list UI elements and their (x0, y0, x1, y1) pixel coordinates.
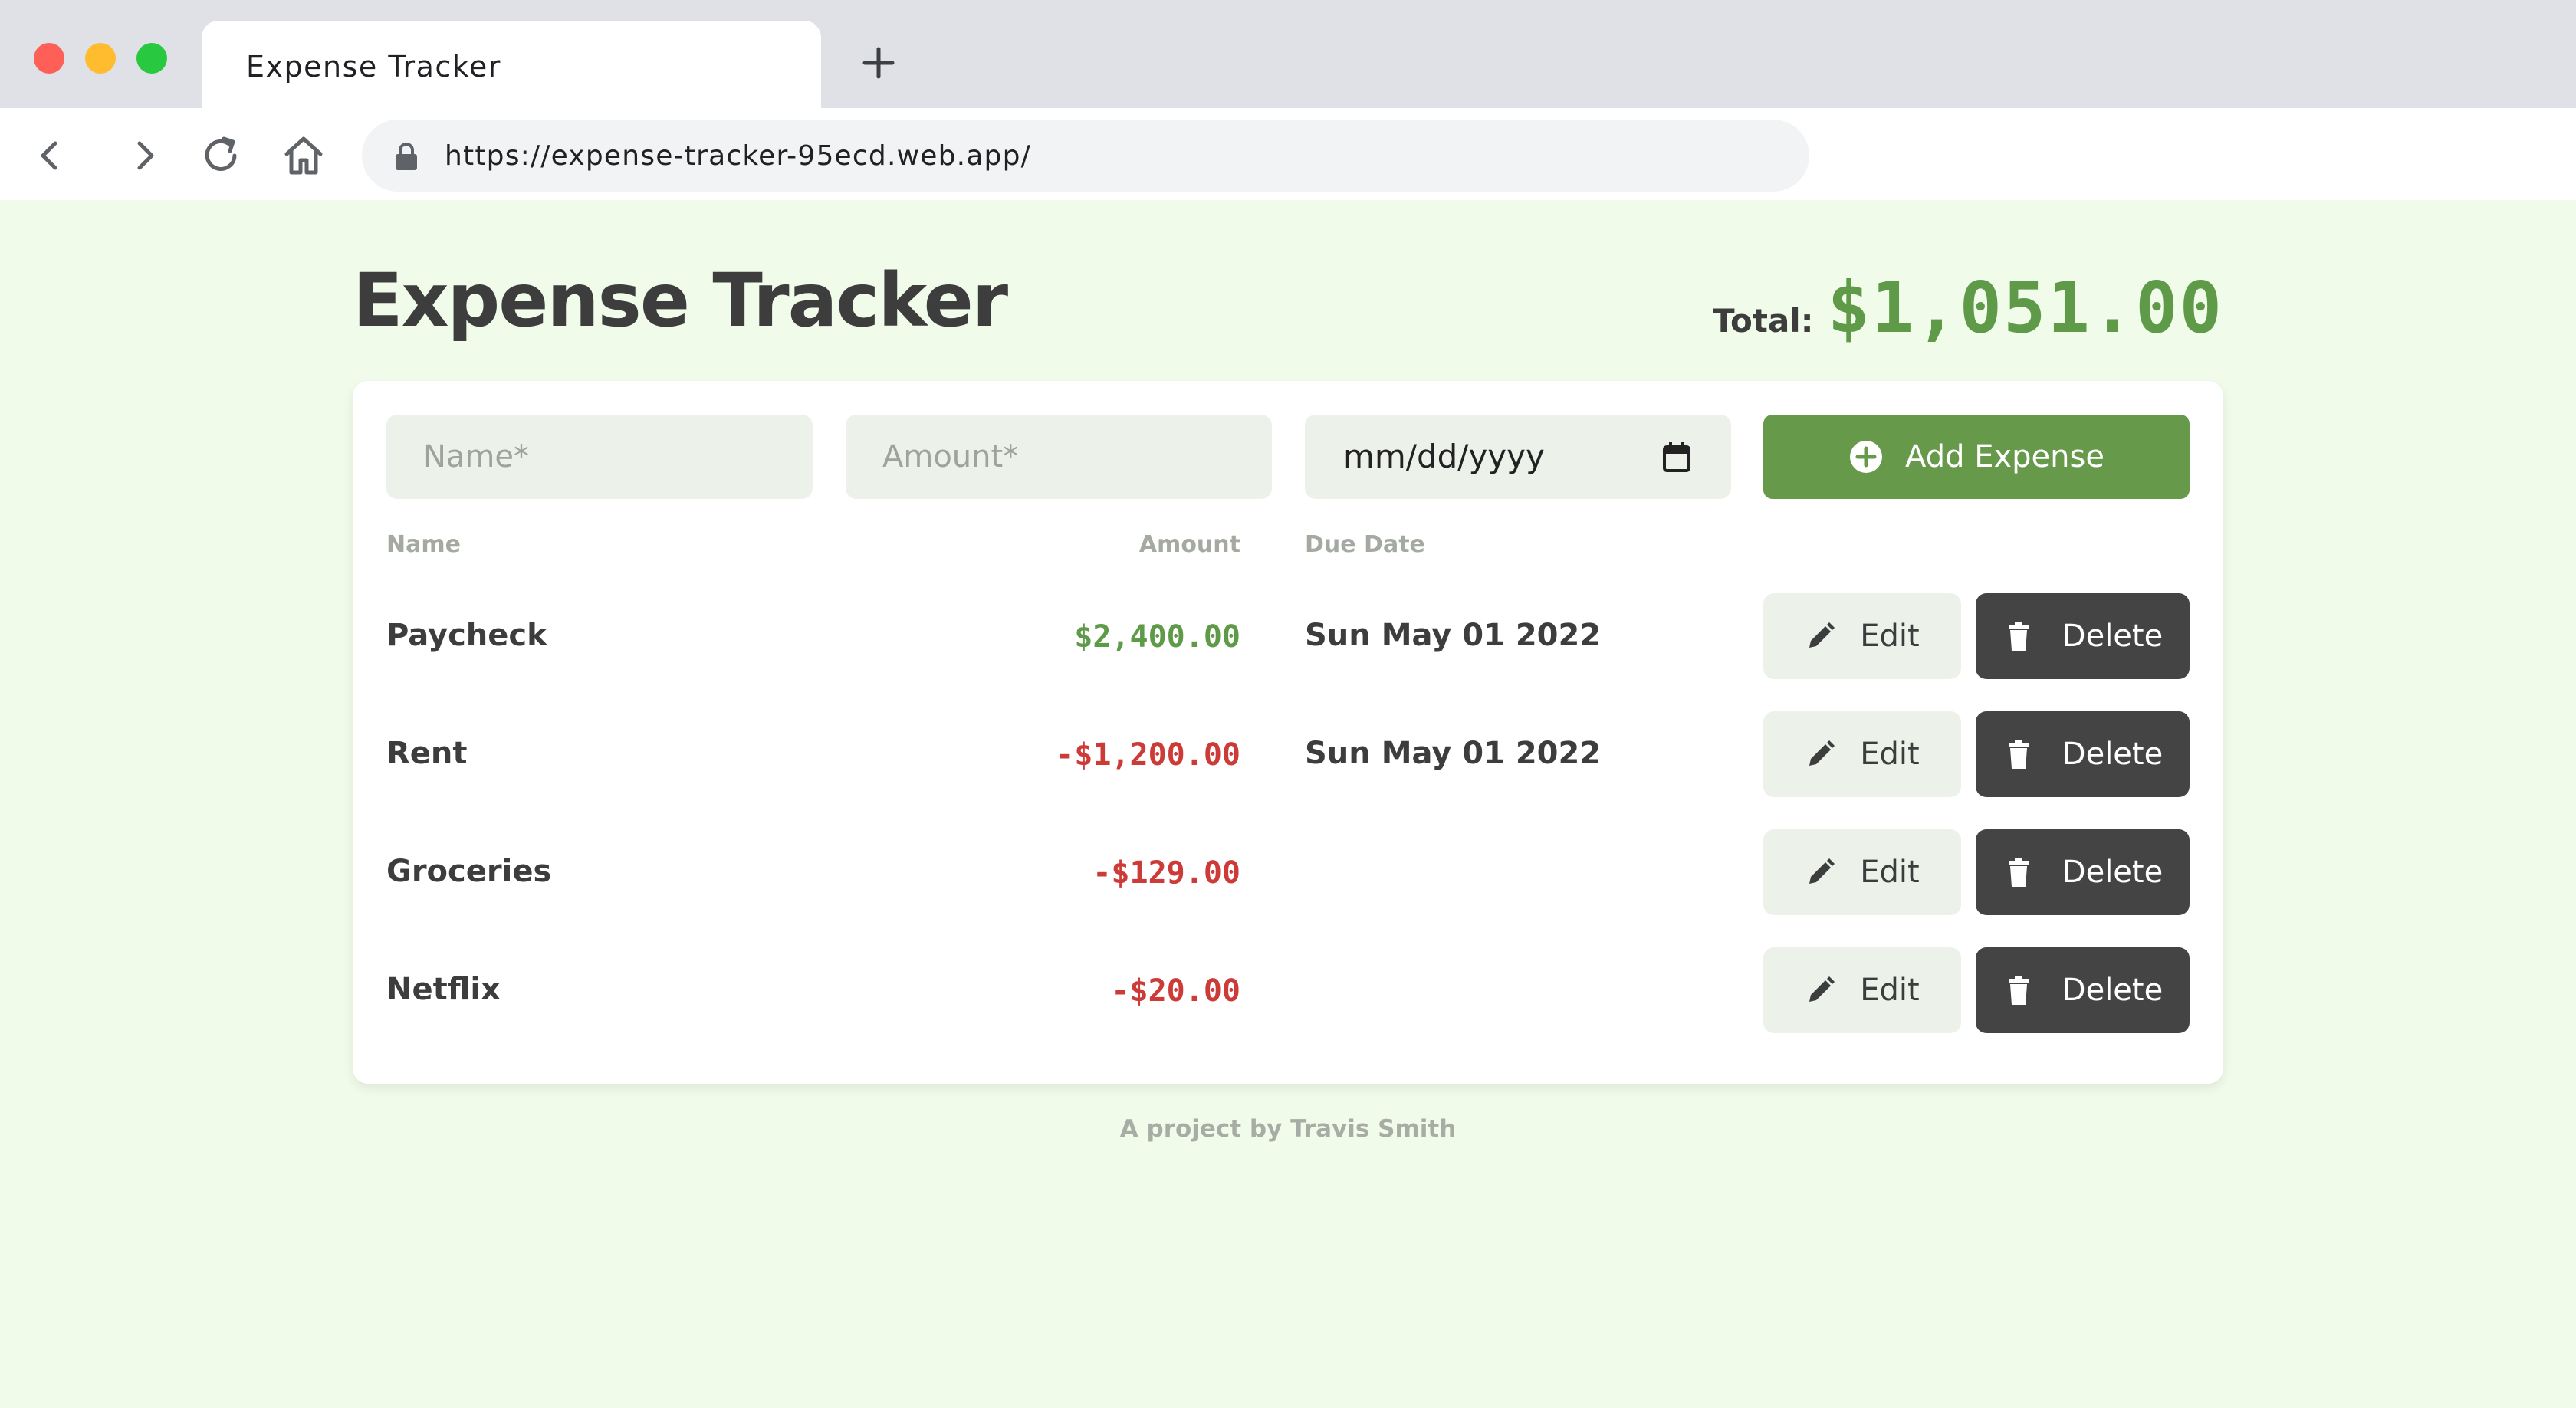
reload-icon[interactable] (196, 131, 245, 180)
browser-toolbar: https://expense-tracker-95ecd.web.app/ (0, 108, 2576, 200)
back-icon[interactable] (25, 131, 74, 180)
plus-icon[interactable] (859, 43, 899, 83)
add-expense-button[interactable]: Add Expense (1763, 415, 2190, 499)
close-window-button[interactable] (34, 43, 64, 74)
table-row: Paycheck $2,400.00 Sun May 01 2022 Edit … (353, 593, 2223, 679)
delete-button[interactable]: Delete (1976, 711, 2190, 797)
name-field[interactable] (386, 415, 813, 499)
delete-label: Delete (2062, 619, 2164, 654)
add-expense-label: Add Expense (1905, 439, 2104, 474)
minimize-window-button[interactable] (85, 43, 116, 74)
table-row: Netflix -$20.00 Edit Delete (353, 947, 2223, 1033)
browser-tab[interactable]: Expense Tracker (202, 21, 821, 110)
total-label: Total: (1712, 302, 1814, 340)
lock-icon (396, 143, 417, 170)
row-amount: -$20.00 (1111, 973, 1240, 1009)
delete-label: Delete (2062, 737, 2164, 772)
column-header-name: Name (386, 531, 461, 558)
plus-circle-icon (1850, 441, 1883, 473)
total-value: $1,051.00 (1827, 267, 2223, 349)
row-amount: -$129.00 (1092, 855, 1240, 891)
edit-button[interactable]: Edit (1763, 829, 1961, 915)
delete-button[interactable]: Delete (1976, 829, 2190, 915)
amount-input[interactable] (846, 415, 1272, 499)
home-icon[interactable] (279, 131, 328, 180)
pencil-icon (1809, 858, 1835, 884)
delete-button[interactable]: Delete (1976, 947, 2190, 1033)
amount-field[interactable] (846, 415, 1272, 499)
row-name: Paycheck (386, 618, 547, 653)
trash-icon (2008, 976, 2029, 1005)
row-amount: -$1,200.00 (1056, 737, 1240, 773)
page-title: Expense Tracker (353, 258, 1008, 343)
total-summary: Total: $1,051.00 (1713, 267, 2223, 349)
delete-label: Delete (2062, 855, 2164, 890)
table-row: Rent -$1,200.00 Sun May 01 2022 Edit Del… (353, 711, 2223, 797)
row-name: Groceries (386, 854, 552, 889)
trash-icon (2008, 622, 2029, 651)
row-name: Netflix (386, 972, 501, 1007)
calendar-icon[interactable] (1661, 440, 1693, 474)
expense-card: mm/dd/yyyy Add Expense Name Amount Due D… (353, 381, 2223, 1084)
edit-label: Edit (1860, 855, 1920, 890)
delete-label: Delete (2062, 973, 2164, 1008)
edit-label: Edit (1860, 737, 1920, 772)
date-input-text: mm/dd/yyyy (1343, 438, 1545, 475)
due-date-field[interactable]: mm/dd/yyyy (1305, 415, 1731, 499)
row-due-date: Sun May 01 2022 (1305, 618, 1602, 653)
table-row: Groceries -$129.00 Edit Delete (353, 829, 2223, 915)
column-header-due-date: Due Date (1305, 531, 1425, 558)
row-amount: $2,400.00 (1074, 619, 1240, 655)
footer-credit: A project by Travis Smith (1119, 1115, 1457, 1143)
delete-button[interactable]: Delete (1976, 593, 2190, 679)
name-input[interactable] (386, 415, 813, 499)
trash-icon (2008, 858, 2029, 887)
forward-icon[interactable] (121, 131, 170, 180)
edit-label: Edit (1860, 619, 1920, 654)
pencil-icon (1809, 976, 1835, 1002)
browser-tab-bar: Expense Tracker (0, 0, 2576, 110)
pencil-icon (1809, 622, 1835, 648)
url-text: https://expense-tracker-95ecd.web.app/ (445, 140, 1031, 172)
edit-label: Edit (1860, 973, 1920, 1008)
tab-title: Expense Tracker (246, 50, 501, 84)
edit-button[interactable]: Edit (1763, 711, 1961, 797)
edit-button[interactable]: Edit (1763, 593, 1961, 679)
edit-button[interactable]: Edit (1763, 947, 1961, 1033)
column-header-amount: Amount (1138, 531, 1240, 558)
trash-icon (2008, 740, 2029, 769)
maximize-window-button[interactable] (136, 43, 167, 74)
row-due-date: Sun May 01 2022 (1305, 736, 1602, 771)
address-bar[interactable]: https://expense-tracker-95ecd.web.app/ (362, 120, 1809, 192)
row-name: Rent (386, 736, 468, 771)
pencil-icon (1809, 740, 1835, 766)
